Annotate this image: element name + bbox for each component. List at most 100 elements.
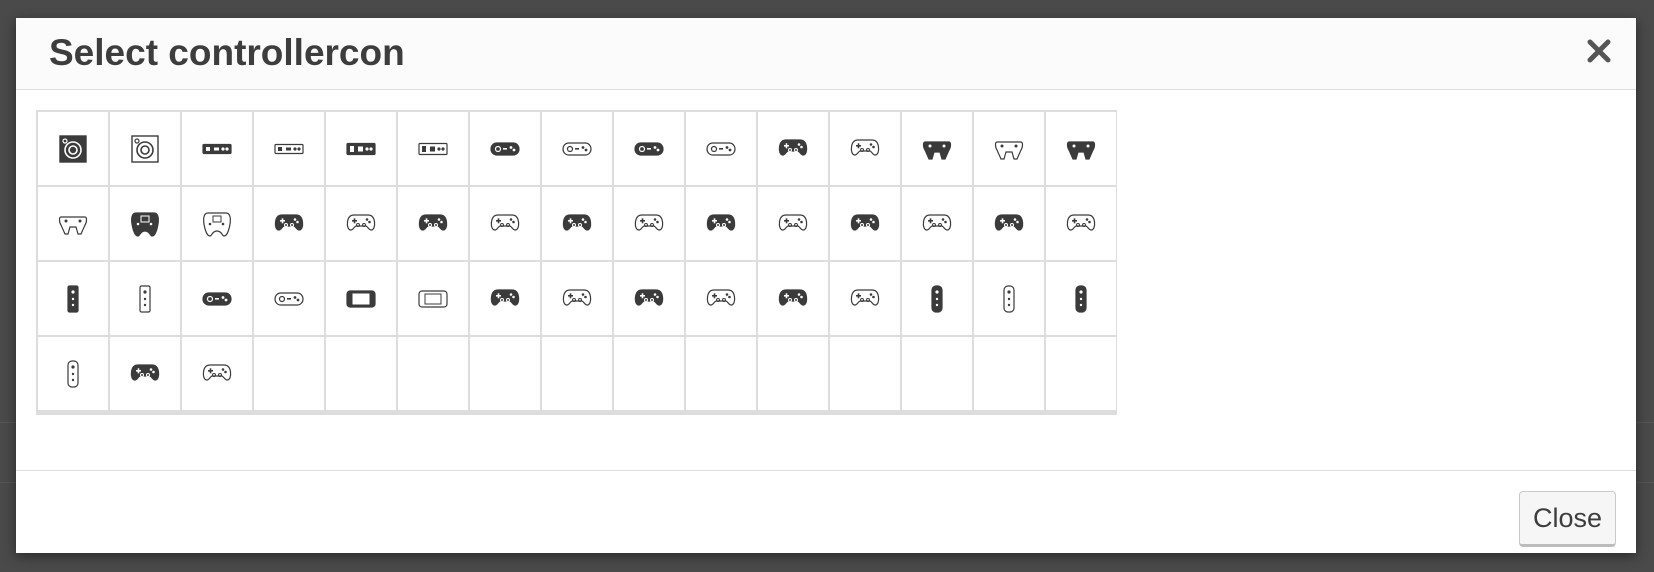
ps3-outline-icon bbox=[1065, 208, 1097, 240]
icon-option[interactable] bbox=[38, 337, 108, 410]
genesis-filled-icon bbox=[489, 133, 521, 165]
ps4-outline-icon bbox=[705, 283, 737, 315]
icon-option[interactable] bbox=[398, 262, 468, 335]
icon-option[interactable] bbox=[686, 187, 756, 260]
empty-cell bbox=[902, 337, 972, 410]
xbox360-outline-icon bbox=[921, 208, 953, 240]
ps2-filled-icon bbox=[273, 208, 305, 240]
xbox-series-outline-icon bbox=[849, 283, 881, 315]
icon-option[interactable] bbox=[110, 262, 180, 335]
empty-cell bbox=[398, 337, 468, 410]
n64-filled-icon bbox=[1065, 133, 1097, 165]
icon-picker-modal: Select controllercon Close bbox=[16, 18, 1636, 553]
icon-option[interactable] bbox=[614, 112, 684, 185]
icon-option[interactable] bbox=[38, 187, 108, 260]
icon-option[interactable] bbox=[1046, 187, 1116, 260]
switch-pro-filled-icon bbox=[129, 358, 161, 390]
wii-remote-filled-icon bbox=[57, 283, 89, 315]
icon-option[interactable] bbox=[110, 112, 180, 185]
snes-outline-icon bbox=[705, 133, 737, 165]
icon-option[interactable] bbox=[902, 262, 972, 335]
wii-classic-filled-icon bbox=[201, 283, 233, 315]
icon-option[interactable] bbox=[182, 262, 252, 335]
wii-classic-outline-icon bbox=[273, 283, 305, 315]
icon-option[interactable] bbox=[686, 262, 756, 335]
empty-cell bbox=[542, 337, 612, 410]
icon-option[interactable] bbox=[614, 187, 684, 260]
icon-option[interactable] bbox=[542, 187, 612, 260]
famicom-filled-icon bbox=[201, 133, 233, 165]
empty-cell bbox=[686, 337, 756, 410]
icon-option[interactable] bbox=[1046, 262, 1116, 335]
nes-filled-icon bbox=[345, 133, 377, 165]
switch-pro-outline-icon bbox=[201, 358, 233, 390]
icon-option[interactable] bbox=[254, 187, 324, 260]
icon-option[interactable] bbox=[182, 112, 252, 185]
joycon-right-filled-icon bbox=[1065, 283, 1097, 315]
xbox-series-filled-icon bbox=[777, 283, 809, 315]
icon-option[interactable] bbox=[974, 112, 1044, 185]
icon-option[interactable] bbox=[758, 262, 828, 335]
icon-option[interactable] bbox=[830, 187, 900, 260]
icon-option[interactable] bbox=[398, 112, 468, 185]
empty-cell bbox=[470, 337, 540, 410]
xbox360-filled-icon bbox=[849, 208, 881, 240]
dreamcast-outline-icon bbox=[201, 208, 233, 240]
icon-option[interactable] bbox=[686, 112, 756, 185]
icon-option[interactable] bbox=[254, 262, 324, 335]
modal-footer: Close bbox=[16, 470, 1636, 553]
icon-option[interactable] bbox=[830, 112, 900, 185]
icon-option[interactable] bbox=[974, 262, 1044, 335]
wii-remote-outline-icon bbox=[129, 283, 161, 315]
playstation-outline-icon bbox=[849, 133, 881, 165]
icon-option[interactable] bbox=[38, 262, 108, 335]
n64-front-outline-icon bbox=[993, 133, 1025, 165]
xbox-one-filled-icon bbox=[489, 283, 521, 315]
empty-cell bbox=[326, 337, 396, 410]
icon-option[interactable] bbox=[470, 112, 540, 185]
icon-option[interactable] bbox=[398, 187, 468, 260]
modal-header: Select controllercon bbox=[16, 18, 1636, 90]
close-x-icon[interactable] bbox=[1584, 36, 1614, 66]
n64-outline-icon bbox=[57, 208, 89, 240]
icon-option[interactable] bbox=[758, 112, 828, 185]
icon-option[interactable] bbox=[614, 262, 684, 335]
icon-option[interactable] bbox=[326, 262, 396, 335]
icon-option[interactable] bbox=[830, 262, 900, 335]
icon-option[interactable] bbox=[542, 262, 612, 335]
icon-option[interactable] bbox=[902, 112, 972, 185]
n64-front-filled-icon bbox=[921, 133, 953, 165]
xbox-s-filled-icon bbox=[561, 208, 593, 240]
icon-option[interactable] bbox=[326, 187, 396, 260]
icon-option[interactable] bbox=[758, 187, 828, 260]
icon-option[interactable] bbox=[974, 187, 1044, 260]
gamecube-outline-icon bbox=[777, 208, 809, 240]
icon-option[interactable] bbox=[110, 337, 180, 410]
xbox-duke-filled-icon bbox=[417, 208, 449, 240]
close-button[interactable]: Close bbox=[1519, 491, 1616, 547]
dreamcast-filled-icon bbox=[129, 208, 161, 240]
empty-cell bbox=[758, 337, 828, 410]
xbox-duke-outline-icon bbox=[489, 208, 521, 240]
joycon-left-outline-icon bbox=[993, 283, 1025, 315]
speaker-filled-icon bbox=[57, 133, 89, 165]
gamecube-filled-icon bbox=[705, 208, 737, 240]
xbox-one-outline-icon bbox=[561, 283, 593, 315]
icon-option[interactable] bbox=[470, 187, 540, 260]
icon-option[interactable] bbox=[182, 337, 252, 410]
joycon-right-outline-icon bbox=[57, 358, 89, 390]
icon-option[interactable] bbox=[326, 112, 396, 185]
empty-cell bbox=[830, 337, 900, 410]
joycon-left-filled-icon bbox=[921, 283, 953, 315]
icon-option[interactable] bbox=[1046, 112, 1116, 185]
icon-option[interactable] bbox=[254, 112, 324, 185]
icon-option[interactable] bbox=[110, 187, 180, 260]
xbox-s-outline-icon bbox=[633, 208, 665, 240]
icon-option[interactable] bbox=[38, 112, 108, 185]
icon-option[interactable] bbox=[542, 112, 612, 185]
icon-option[interactable] bbox=[902, 187, 972, 260]
empty-cell bbox=[614, 337, 684, 410]
icon-option[interactable] bbox=[470, 262, 540, 335]
icon-option[interactable] bbox=[182, 187, 252, 260]
ps2-outline-icon bbox=[345, 208, 377, 240]
